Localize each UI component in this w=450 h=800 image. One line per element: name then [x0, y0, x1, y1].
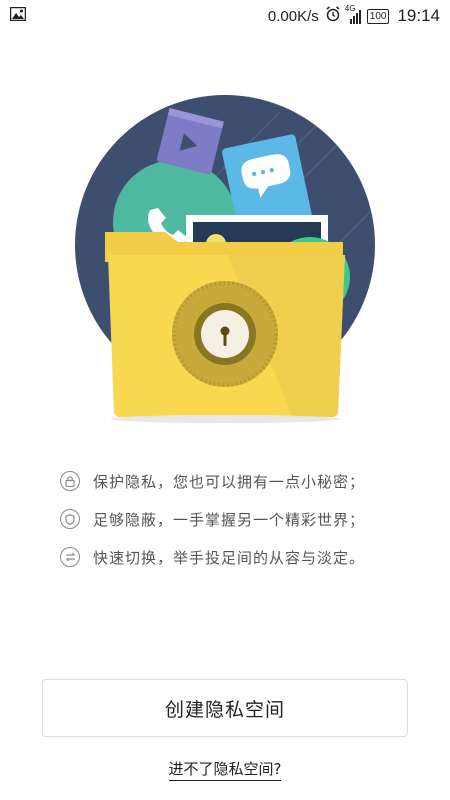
create-private-space-button[interactable]: 创建隐私空间 [42, 679, 408, 737]
clock: 19:14 [397, 6, 440, 25]
network-type: 4G [344, 4, 356, 13]
battery-icon: 100 [366, 8, 390, 24]
feature-item-hidden: 足够隐蔽，一手掌握另一个精彩世界； [60, 500, 400, 538]
battery-level: 100 [369, 10, 387, 22]
cannot-enter-link-container: 进不了隐私空间? [0, 758, 450, 781]
status-bar: 0.00K/s 4G 100 19:14 [0, 0, 450, 32]
feature-list: 保护隐私，您也可以拥有一点小秘密； 足够隐蔽，一手掌握另一个精彩世界； 快速切换… [60, 462, 400, 576]
feature-text: 保护隐私，您也可以拥有一点小秘密； [93, 472, 366, 491]
lock-icon [60, 471, 80, 491]
alarm-icon [325, 6, 341, 26]
private-space-illustration [60, 92, 390, 427]
feature-item-privacy: 保护隐私，您也可以拥有一点小秘密； [60, 462, 400, 500]
feature-text: 快速切换，举手投足间的从容与淡定。 [93, 548, 366, 567]
feature-item-switch: 快速切换，举手投足间的从容与淡定。 [60, 538, 400, 576]
switch-icon [60, 547, 80, 567]
signal-icon: 4G [345, 4, 361, 24]
shield-icon [60, 509, 80, 529]
cannot-enter-private-space-link[interactable]: 进不了隐私空间? [168, 760, 282, 781]
image-icon [9, 6, 27, 25]
feature-text: 足够隐蔽，一手掌握另一个精彩世界； [93, 510, 366, 529]
network-speed: 0.00K/s [267, 7, 319, 25]
